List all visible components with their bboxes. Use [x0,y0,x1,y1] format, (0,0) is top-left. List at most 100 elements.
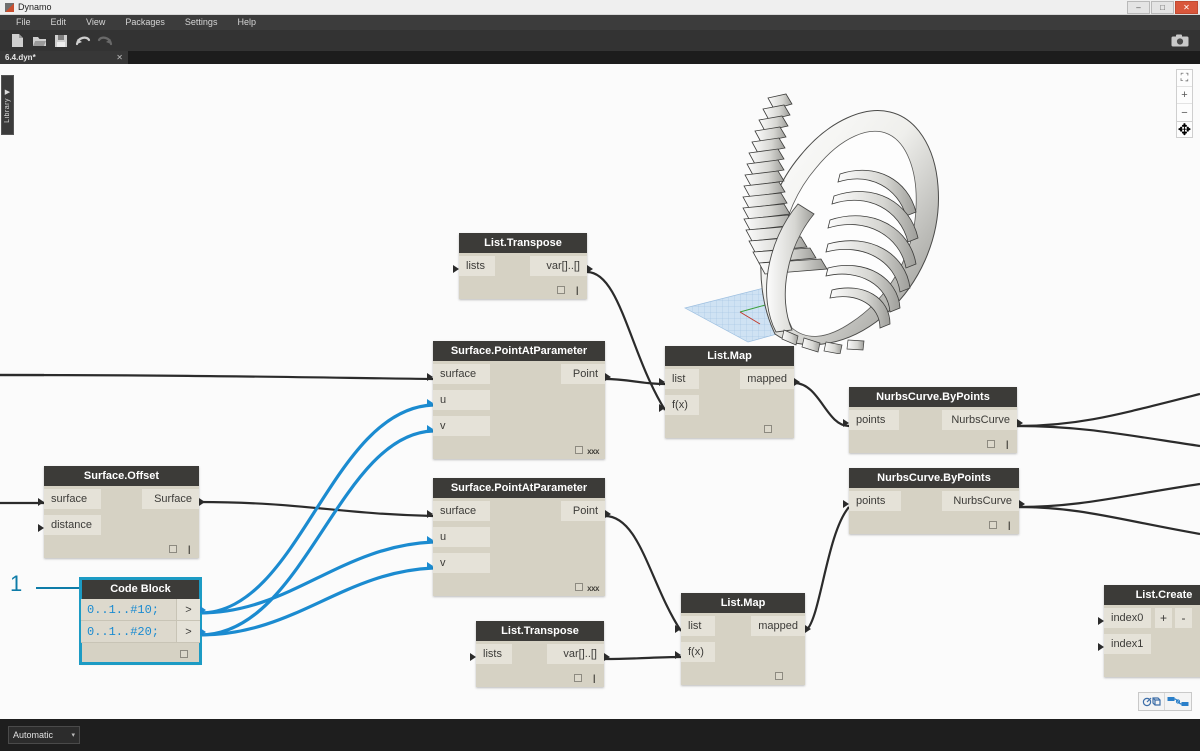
node-surface-pointatparameter-1[interactable]: Surface.PointAtParameter surface Point uv xx… [433,341,605,459]
output-port-surface[interactable]: Surface [142,489,199,509]
callout-leader-line [36,587,82,589]
chevron-down-icon: ▾ [71,731,75,739]
preview-toggle-checkbox[interactable] [575,446,583,454]
port-connector-icon [605,510,611,518]
menu-settings[interactable]: Settings [175,15,228,30]
geometry-view-icon[interactable] [1139,693,1165,710]
menu-edit[interactable]: Edit [41,15,77,30]
zoom-to-fit-icon[interactable]: ⛶ [1177,70,1192,87]
output-port-point[interactable]: Point [561,501,605,521]
graph-view-icon[interactable] [1165,693,1191,710]
open-file-icon[interactable] [28,31,50,51]
preview-toggle-checkbox[interactable] [557,286,565,294]
input-port-list[interactable]: list [665,369,699,389]
add-input-button[interactable]: + [1155,608,1172,628]
node-surface-offset-1[interactable]: Surface.OffsetsurfaceSurfacedistance| [44,466,199,558]
node-title: Surface.PointAtParameter [433,478,605,498]
input-port-surface[interactable]: surface [433,364,490,384]
camera-icon[interactable] [1170,32,1190,48]
dynamo-window: Dynamo – □ ✕ File Edit View Packages Set… [0,0,1200,751]
node-nurbscurve-bypoints-2[interactable]: NurbsCurve.ByPointspointsNurbsCurve| [849,468,1019,534]
preview-toggle-checkbox[interactable] [574,674,582,682]
lacing-indicator[interactable]: | [576,285,578,295]
lacing-indicator[interactable]: xxx [587,447,599,456]
input-port-index0[interactable]: index0 [1104,608,1151,628]
input-port-points[interactable]: points [849,491,901,511]
node-nurbscurve-bypoints-1[interactable]: NurbsCurve.ByPointspointsNurbsCurve| [849,387,1017,453]
input-port-surface[interactable]: surface [44,489,101,509]
ground-grid [685,284,842,342]
node-list-transpose-2[interactable]: List.Transposelistsvar[]..[]| [476,621,604,687]
input-port-v[interactable]: v [433,553,490,573]
input-port-v[interactable]: v [433,416,490,436]
preview-toggle-checkbox[interactable] [764,425,772,433]
output-port-mapped[interactable]: mapped [751,616,805,636]
menu-file[interactable]: File [6,15,41,30]
library-panel-tab[interactable]: ▶ Library [1,75,14,135]
new-file-icon[interactable] [6,31,28,51]
input-port-lists[interactable]: lists [476,644,512,664]
code-line-0[interactable]: 0..1..#10; [81,603,176,617]
code-output-port-1[interactable]: > [176,621,200,642]
lacing-indicator[interactable]: | [593,673,595,683]
output-port-nurbscurve[interactable]: NurbsCurve [942,491,1019,511]
node-surface-pointatparameter-2[interactable]: Surface.PointAtParameter surface Point uv xx… [433,478,605,596]
output-port-var[interactable]: var[]..[] [530,256,587,276]
zoom-out-button[interactable]: − [1177,104,1192,121]
tab-close-icon[interactable]: ✕ [116,53,123,62]
output-port-point[interactable]: Point [561,364,605,384]
preview-toggle-checkbox[interactable] [169,545,177,553]
zoom-in-button[interactable]: + [1177,87,1192,104]
preview-toggle-checkbox[interactable] [775,672,783,680]
redo-icon[interactable] [94,31,116,51]
menu-help[interactable]: Help [227,15,266,30]
minimize-button[interactable]: – [1127,1,1150,14]
input-port-points[interactable]: points [849,410,899,430]
input-port-lists[interactable]: lists [459,256,495,276]
menu-view[interactable]: View [76,15,115,30]
preview-toggle-checkbox[interactable] [575,583,583,591]
port-connector-icon [199,498,205,506]
maximize-button[interactable]: □ [1151,1,1174,14]
lacing-indicator[interactable]: | [1008,520,1010,530]
output-port-var[interactable]: var[]..[] [547,644,604,664]
run-mode-dropdown[interactable]: Automatic ▾ [8,726,80,744]
node-code-block-1[interactable]: Code Block0..1..#10;>0..1..#20;> [81,579,200,663]
output-port-mapped[interactable]: mapped [740,369,794,389]
input-port-fx[interactable]: f(x) [681,642,715,662]
pan-control-icon[interactable]: ✥ [1176,121,1193,138]
graph-canvas[interactable]: ▶ Library ⛶ + − ✥ 1 List.Transposelistsv… [0,64,1200,719]
input-port-list[interactable]: list [681,616,715,636]
lacing-indicator[interactable]: | [1006,439,1008,449]
node-title: Surface.PointAtParameter [433,341,605,361]
preview-toggle-checkbox[interactable] [180,650,188,658]
close-button[interactable]: ✕ [1175,1,1198,14]
output-port-nurbscurve[interactable]: NurbsCurve [942,410,1017,430]
node-list-transpose-1[interactable]: List.Transposelistsvar[]..[]| [459,233,587,299]
input-port-u[interactable]: u [433,527,490,547]
node-list-create-1[interactable]: List.Create index0+- index1 [1104,585,1200,677]
tab-workspace[interactable]: 6.4.dyn* ✕ [0,51,128,64]
input-port-u[interactable]: u [433,390,490,410]
remove-input-button[interactable]: - [1175,608,1192,628]
code-line-1[interactable]: 0..1..#20; [81,625,176,639]
lacing-indicator[interactable]: | [188,544,190,554]
input-port-surface[interactable]: surface [433,501,490,521]
preview-toggle-checkbox[interactable] [987,440,995,448]
lacing-indicator[interactable]: xxx [587,584,599,593]
node-list-map-1[interactable]: List.Maplistmappedf(x) [665,346,794,438]
undo-icon[interactable] [72,31,94,51]
callout-number-1: 1 [10,571,22,597]
input-port-index1[interactable]: index1 [1104,634,1151,654]
input-port-distance[interactable]: distance [44,515,101,535]
node-footer: | [849,514,1019,534]
input-port-fx[interactable]: f(x) [665,395,699,415]
port-connector-icon [427,399,433,407]
node-title: List.Create [1104,585,1200,605]
save-file-icon[interactable] [50,31,72,51]
node-list-map-2[interactable]: List.Maplistmappedf(x) [681,593,805,685]
port-connector-icon [605,373,611,381]
menu-packages[interactable]: Packages [115,15,175,30]
code-output-port-0[interactable]: > [176,599,200,620]
preview-toggle-checkbox[interactable] [989,521,997,529]
